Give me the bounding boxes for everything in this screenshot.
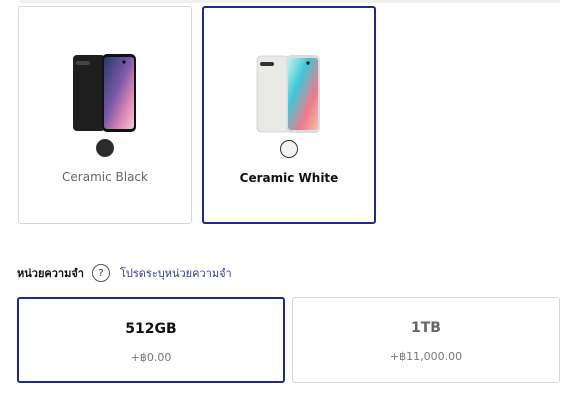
color-label: Ceramic White [239,171,339,185]
storage-capacity: 512GB [125,321,177,337]
storage-option-512gb[interactable]: 512GB +฿0.00 [17,297,285,383]
swatch-ceramic-black [96,139,114,157]
storage-price: +฿11,000.00 [389,350,463,363]
storage-capacity: 1TB [411,320,441,336]
storage-hint: โปรดระบุหน่วยความจำ [119,267,232,280]
color-option-ceramic-white[interactable]: Ceramic White [202,6,376,224]
phone-image-ceramic-black [73,54,136,132]
storage-price: +฿0.00 [130,351,172,364]
phone-image-ceramic-white [256,55,320,133]
top-divider [20,0,560,3]
storage-heading-row: หน่วยความจำ ? โปรดระบุหน่วยความจำ [17,262,232,284]
storage-title: หน่วยความจำ [17,267,84,280]
storage-option-1tb[interactable]: 1TB +฿11,000.00 [292,297,560,383]
color-label: Ceramic Black [62,170,148,184]
help-icon[interactable]: ? [91,264,110,282]
color-option-ceramic-black[interactable]: Ceramic Black [18,6,192,224]
swatch-ceramic-white [280,140,298,158]
